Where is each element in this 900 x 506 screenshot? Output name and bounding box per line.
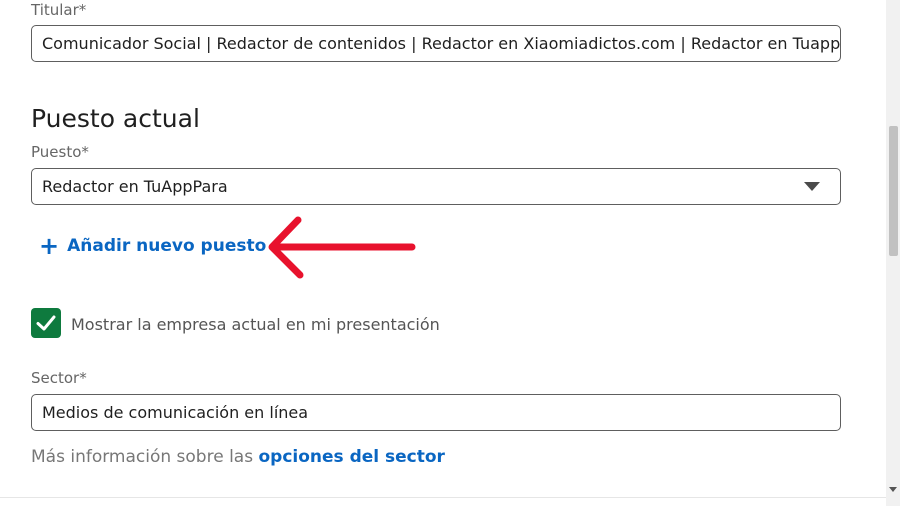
add-position-label: Añadir nuevo puesto xyxy=(67,236,267,256)
add-position-link[interactable]: + Añadir nuevo puesto xyxy=(39,234,266,258)
show-company-label: Mostrar la empresa actual en mi presenta… xyxy=(71,315,440,334)
puesto-selected-value: Redactor en TuAppPara xyxy=(42,177,228,196)
sector-options-link[interactable]: opciones del sector xyxy=(258,447,444,467)
red-arrow-annotation-icon xyxy=(268,216,416,279)
vertical-scrollbar[interactable] xyxy=(886,0,900,506)
titular-input[interactable]: Comunicador Social | Redactor de conteni… xyxy=(31,25,841,62)
divider xyxy=(0,497,886,498)
sector-info-prefix: Más información sobre las xyxy=(31,447,259,467)
check-icon xyxy=(36,315,56,331)
puesto-actual-heading: Puesto actual xyxy=(31,104,200,133)
scrollbar-thumb[interactable] xyxy=(889,126,898,256)
puesto-select[interactable]: Redactor en TuAppPara xyxy=(31,168,841,205)
profile-edit-form: Titular* Comunicador Social | Redactor d… xyxy=(0,0,886,506)
sector-info-text: Más información sobre las opciones del s… xyxy=(31,447,445,467)
sector-input[interactable]: Medios de comunicación en línea xyxy=(31,394,841,431)
puesto-label: Puesto* xyxy=(31,143,89,161)
scroll-down-icon[interactable] xyxy=(889,487,897,492)
chevron-down-icon xyxy=(804,182,820,191)
sector-label: Sector* xyxy=(31,369,87,387)
show-company-checkbox[interactable] xyxy=(31,308,61,338)
plus-icon: + xyxy=(39,232,60,260)
titular-label: Titular* xyxy=(31,1,87,19)
